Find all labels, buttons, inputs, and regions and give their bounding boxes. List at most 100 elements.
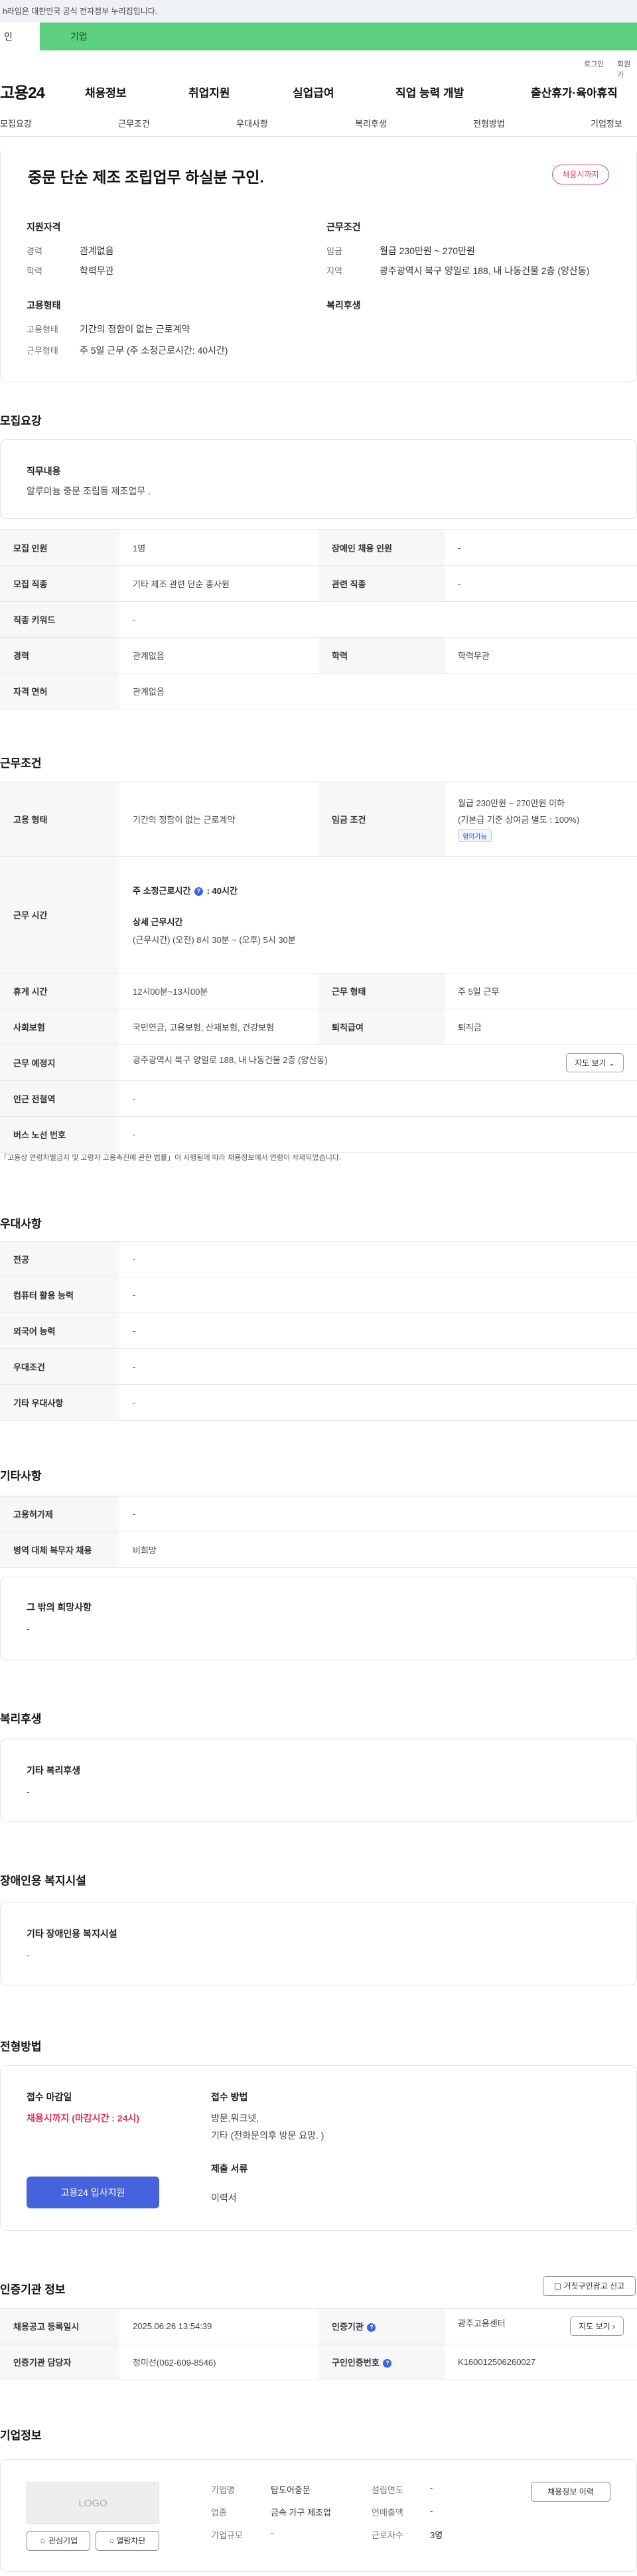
table-row: 컴퓨터 활용 능력 -: [0, 1277, 637, 1313]
gov-notice-bar: h라임은 대한민국 공식 전자정부 누리집입니다.: [0, 0, 637, 23]
section-title-recruit: 모집요강: [0, 415, 42, 427]
cell-key: 근무 시간: [0, 856, 119, 973]
cond-key: 지역: [326, 266, 342, 276]
emp-key: 근무형태: [27, 346, 58, 356]
cell-value: 1명: [119, 530, 318, 566]
cell-key: 병역 대체 복무자 채용: [0, 1532, 119, 1568]
agency-cell: 광주고용센터 지도 보기 ›: [445, 2308, 637, 2344]
method-line: 방문,워크넷,: [211, 2113, 259, 2123]
favorite-label: 관심기업: [48, 2536, 78, 2545]
emp-heading: 고용형태: [27, 300, 61, 311]
chevron-down-icon: ⌄: [608, 1058, 615, 1068]
table-row: 사회보험 국민연금, 고용보험, 산재보험, 건강보험 퇴직급여 퇴직금: [0, 1009, 637, 1045]
cell-value: 기간의 정함이 없는 근로계약: [119, 782, 318, 857]
company-founded: -: [430, 2483, 433, 2493]
reqno-label: 구인인증번호: [332, 2358, 380, 2368]
table-row: 모집 직종 기타 제조 관련 단순 종사원 관련 직종 -: [0, 565, 637, 602]
tab-work[interactable]: 근무조건: [118, 117, 150, 129]
cell-value: -: [119, 601, 637, 638]
deadline-heading: 접수 마감일: [27, 2092, 72, 2102]
site-logo[interactable]: 고용24: [0, 80, 45, 103]
tab-personal[interactable]: 인: [0, 23, 40, 50]
cell-value: 주 5일 근무: [445, 973, 637, 1009]
table-row: 외국어 능력 -: [0, 1313, 637, 1349]
section-title-cert: 인증기관 정보: [0, 2283, 66, 2296]
help-icon[interactable]: ?: [194, 887, 203, 896]
table-row: 직종 키워드 -: [0, 601, 637, 638]
menu-unemployment-benefits[interactable]: 실업급여: [293, 84, 334, 100]
cell-value: -: [445, 530, 637, 566]
cell-value: 관계없음: [119, 673, 637, 709]
cell-key: 인근 전철역: [0, 1080, 119, 1117]
agency-map-button[interactable]: 지도 보기 ›: [570, 2317, 624, 2336]
block-view-button[interactable]: ○ 열람차단: [96, 2531, 159, 2551]
table-row: 모집 인원 1명 장애인 채용 인원 -: [0, 530, 637, 566]
cell-key-reqno: 구인인증번호 ?: [318, 2344, 445, 2380]
menu-vocational-training[interactable]: 직업 능력 개발: [395, 84, 464, 100]
section-title-company: 기업정보: [0, 2429, 42, 2442]
user-type-tabs: 인 기업: [0, 23, 637, 50]
cond-value: 광주광역시 북구 양일로 188, 내 나동건물 2층 (양산동): [380, 265, 590, 276]
emp-key: 고용형태: [27, 324, 58, 334]
info-icon[interactable]: ?: [383, 2359, 392, 2368]
cell-value: -: [119, 1241, 637, 1277]
tab-company[interactable]: 기업정보: [591, 117, 622, 129]
company-size: -: [271, 2528, 274, 2538]
login-link[interactable]: 로그인: [584, 58, 604, 69]
cell-value: -: [119, 1116, 637, 1153]
section-title-welfare: 복리후생: [0, 1713, 42, 1725]
cell-value: 기타 제조 관련 단순 종사원: [119, 565, 318, 602]
company-logo-placeholder: LOGO: [27, 2482, 159, 2524]
cell-value: 퇴직금: [445, 1009, 637, 1045]
info-icon[interactable]: ?: [367, 2323, 376, 2332]
menu-jobs[interactable]: 채용정보: [85, 84, 127, 100]
job-title: 중문 단순 제조 조립업무 하실분 구인.: [28, 169, 264, 186]
wage-bonus: (기본급 기준 상여금 별도 : 100%): [458, 815, 580, 825]
tab-recruit[interactable]: 모집요강: [0, 117, 32, 129]
cell-value: -: [119, 1348, 637, 1385]
duty-box: [0, 439, 637, 519]
job-history-button[interactable]: 채용정보 이력: [531, 2482, 610, 2502]
etc-table: 고용허가제 - 병역 대체 복무자 채용 비희망: [0, 1496, 637, 1568]
wish-value: -: [27, 1623, 30, 1634]
block-icon: ○: [109, 2536, 114, 2545]
qual-key: 학력: [27, 266, 42, 276]
facility-value: -: [27, 1950, 30, 1960]
wage-cell: 월급 230만원 ~ 270만원 이하 (기본급 기준 상여금 별도 : 100…: [445, 782, 637, 857]
tab-process[interactable]: 전형방법: [473, 117, 505, 129]
table-row: 채용공고 등록일시 2025.06.26 13:54:39 인증기관 ? 광주고…: [0, 2308, 637, 2344]
tab-company[interactable]: 기업: [40, 23, 637, 50]
false-ad-report-button[interactable]: ▢ 거짓구인광고 신고: [543, 2276, 636, 2296]
wish-heading: 그 밖의 희망사항: [27, 1602, 92, 1612]
cell-value: 학력무관: [445, 637, 637, 674]
cond-value: 월급 230만원 ~ 270만원: [380, 246, 475, 256]
section-title-preference: 우대사항: [0, 1218, 42, 1230]
cell-key: 근무 형태: [318, 973, 445, 1009]
menu-employment-support[interactable]: 취업지원: [188, 84, 230, 100]
map-view-button[interactable]: 지도 보기 ⌄: [566, 1053, 624, 1072]
util-nav: 로그인 회원가: [0, 50, 637, 79]
cell-key: 장애인 채용 인원: [318, 530, 445, 566]
apply-button[interactable]: 고용24 입사지원: [27, 2177, 159, 2208]
map-view-label: 지도 보기: [575, 1058, 606, 1068]
cell-key: 직종 키워드: [0, 601, 119, 638]
table-row: 고용 형태 기간의 정함이 없는 근로계약 임금 조건 월급 230만원 ~ 2…: [0, 782, 637, 857]
favorite-company-button[interactable]: ☆ 관심기업: [27, 2531, 90, 2551]
cell-value: -: [119, 1496, 637, 1532]
deadline-value: 채용시까지 (마감시간 : 24시): [27, 2113, 140, 2123]
company-key: 기업규모: [211, 2530, 243, 2540]
hours-cell: 주 소정근로시간 ? : 40시간 상세 근무시간 (근무시간) (오전) 8시…: [119, 856, 637, 973]
cell-key: 채용공고 등록일시: [0, 2308, 119, 2344]
cell-value: 정미선(062-609-8546): [119, 2344, 318, 2380]
detail-tabs: 모집요강 근무조건 우대사항 복리후생 전형방법 기업정보: [0, 107, 637, 137]
welfare-box-value: -: [27, 1786, 30, 1797]
tab-welfare[interactable]: 복리후생: [355, 117, 387, 129]
cell-key: 외국어 능력: [0, 1313, 119, 1349]
table-row: 경력 관계없음 학력 학력무관: [0, 637, 637, 674]
tab-preference[interactable]: 우대사항: [236, 117, 268, 129]
menu-parental-leave[interactable]: 출산휴가·육아휴직: [531, 84, 618, 100]
status-badge: 채용시까지: [552, 165, 609, 184]
section-title-process: 전형방법: [0, 2040, 42, 2053]
table-row: 고용허가제 -: [0, 1496, 637, 1532]
section-title-work: 근무조건: [0, 757, 42, 770]
